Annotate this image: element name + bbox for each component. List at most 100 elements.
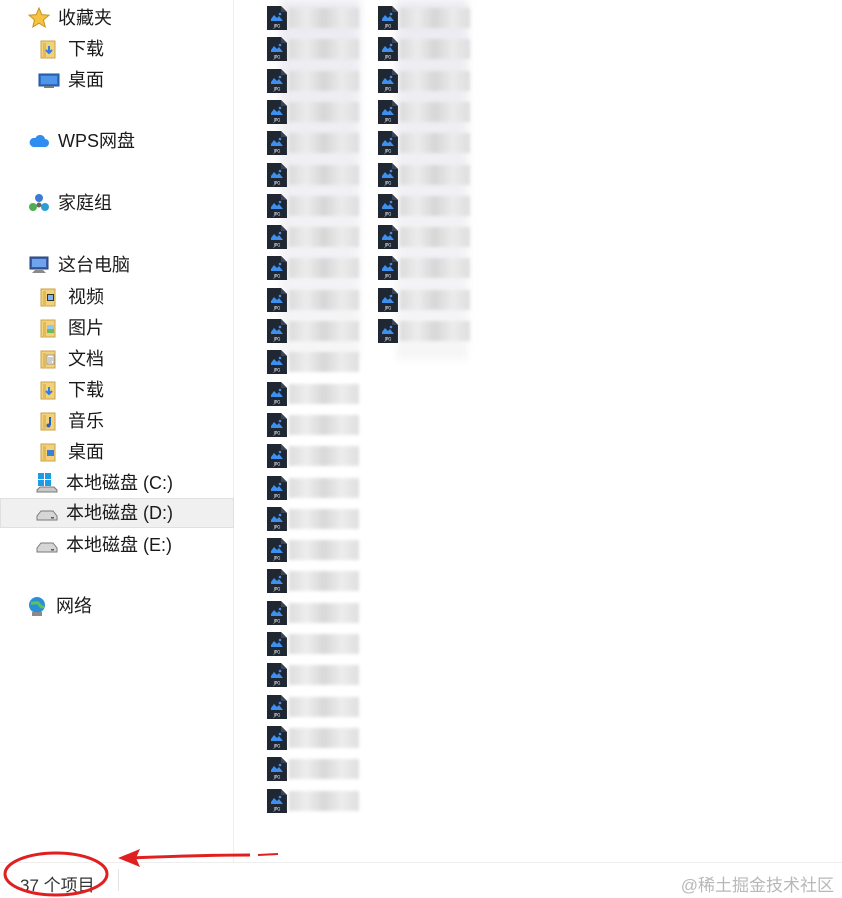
- nav-pc-downloads[interactable]: 下载: [38, 375, 104, 405]
- jpg-file-icon: JPG: [267, 319, 287, 343]
- jpg-file-icon: JPG: [267, 287, 287, 312]
- svg-text:JPG: JPG: [273, 430, 281, 435]
- file-item[interactable]: JPG: [267, 724, 377, 752]
- jpg-file-icon: JPG: [267, 99, 287, 124]
- jpg-file-icon: JPG: [378, 131, 398, 156]
- file-item[interactable]: JPG: [267, 442, 377, 470]
- file-item[interactable]: JPG: [378, 317, 488, 345]
- nav-item-label: 视频: [68, 287, 104, 307]
- nav-wps-cloud[interactable]: WPS网盘: [28, 126, 135, 156]
- nav-this-pc[interactable]: 这台电脑: [28, 250, 130, 280]
- blurred-filename: [289, 602, 359, 623]
- file-item[interactable]: JPG: [267, 67, 377, 95]
- svg-text:JPG: JPG: [273, 681, 281, 686]
- svg-text:JPG: JPG: [273, 399, 281, 404]
- svg-text:JPG: JPG: [273, 556, 281, 561]
- file-item[interactable]: JPG: [267, 755, 377, 783]
- nav-item-label: 文档: [68, 349, 104, 369]
- svg-text:JPG: JPG: [384, 337, 392, 342]
- blurred-filename: [289, 70, 359, 91]
- blurred-filename: [289, 508, 359, 529]
- nav-pc-music[interactable]: 音乐: [38, 406, 104, 436]
- nav-pc-drive-c[interactable]: 本地磁盘 (C:): [36, 468, 173, 498]
- file-item[interactable]: JPG: [378, 35, 488, 63]
- file-list-pane: JPG JPG JPG JPG JPG JPG JPG JPG JPG JPG JPG JPG JPG J…: [236, 0, 842, 860]
- blurred-filename: [289, 133, 359, 154]
- file-item[interactable]: JPG: [267, 254, 377, 282]
- file-item[interactable]: JPG: [378, 129, 488, 157]
- status-bar: 37 个项目 @稀土掘金技术社区: [0, 862, 842, 898]
- file-item[interactable]: JPG: [267, 411, 377, 439]
- file-item[interactable]: JPG: [267, 693, 377, 721]
- nav-pc-drive-e[interactable]: 本地磁盘 (E:): [36, 530, 172, 560]
- file-item[interactable]: JPG: [267, 192, 377, 220]
- nav-item-label: 下载: [68, 380, 104, 400]
- svg-text:JPG: JPG: [273, 650, 281, 655]
- file-item[interactable]: JPG: [378, 254, 488, 282]
- file-item[interactable]: JPG: [267, 536, 377, 564]
- blurred-filename: [400, 258, 470, 279]
- nav-item-label: 桌面: [68, 442, 104, 462]
- file-item[interactable]: JPG: [267, 129, 377, 157]
- file-item[interactable]: JPG: [267, 630, 377, 658]
- nav-homegroup[interactable]: 家庭组: [28, 188, 112, 218]
- nav-wps-label: WPS网盘: [58, 131, 136, 151]
- svg-text:JPG: JPG: [273, 524, 281, 529]
- file-item[interactable]: JPG: [267, 223, 377, 251]
- file-item[interactable]: JPG: [378, 286, 488, 314]
- jpg-file-icon: JPG: [267, 256, 287, 281]
- file-item[interactable]: JPG: [267, 4, 377, 32]
- jpg-file-icon: JPG: [267, 538, 287, 563]
- file-item[interactable]: JPG: [267, 567, 377, 595]
- jpg-file-icon: JPG: [378, 225, 398, 250]
- file-item[interactable]: JPG: [267, 661, 377, 689]
- nav-pc-drive-d[interactable]: 本地磁盘 (D:): [0, 498, 234, 528]
- blurred-filename: [289, 727, 359, 748]
- nav-pc-videos[interactable]: 视频: [38, 282, 104, 312]
- file-item[interactable]: JPG: [378, 4, 488, 32]
- svg-text:JPG: JPG: [273, 180, 281, 185]
- file-item[interactable]: JPG: [267, 161, 377, 189]
- file-item[interactable]: JPG: [378, 223, 488, 251]
- svg-text:JPG: JPG: [273, 274, 281, 279]
- file-item[interactable]: JPG: [267, 380, 377, 408]
- blurred-filename: [289, 195, 359, 216]
- nav-pc-desktop[interactable]: 桌面: [38, 437, 104, 467]
- file-item[interactable]: JPG: [267, 348, 377, 376]
- file-item[interactable]: JPG: [267, 286, 377, 314]
- jpg-file-icon: JPG: [378, 99, 398, 124]
- nav-network[interactable]: 网络: [26, 591, 92, 621]
- blurred-filename: [400, 133, 470, 154]
- nav-pc-pictures[interactable]: 图片: [38, 313, 104, 343]
- file-item[interactable]: JPG: [267, 35, 377, 63]
- music-folder-icon: [38, 410, 60, 432]
- nav-favorites[interactable]: 收藏夹: [27, 3, 112, 33]
- blurred-filename: [400, 321, 470, 341]
- status-divider: [118, 869, 119, 891]
- drive-icon: [36, 534, 58, 556]
- nav-pc-documents[interactable]: 文档: [38, 344, 104, 374]
- blurred-filename: [400, 39, 470, 60]
- file-item[interactable]: JPG: [267, 317, 377, 345]
- nav-item-label: 音乐: [68, 411, 104, 431]
- nav-favorites-downloads[interactable]: 下载: [38, 34, 104, 64]
- file-item[interactable]: JPG: [267, 505, 377, 533]
- file-item[interactable]: JPG: [267, 599, 377, 627]
- nav-favorites-desktop[interactable]: 桌面: [38, 65, 104, 95]
- svg-text:JPG: JPG: [273, 493, 281, 498]
- svg-text:JPG: JPG: [273, 712, 281, 717]
- file-item[interactable]: JPG: [267, 98, 377, 126]
- file-item[interactable]: JPG: [267, 787, 377, 815]
- jpg-file-icon: JPG: [378, 68, 398, 93]
- videos-folder-icon: [38, 286, 60, 308]
- jpg-file-icon: JPG: [267, 694, 287, 719]
- desktop-folder-icon: [38, 441, 60, 463]
- file-item[interactable]: JPG: [267, 474, 377, 502]
- jpg-file-icon: JPG: [267, 350, 287, 375]
- file-item[interactable]: JPG: [378, 192, 488, 220]
- file-item[interactable]: JPG: [378, 161, 488, 189]
- nav-favorites-label: 收藏夹: [58, 8, 112, 28]
- file-item[interactable]: JPG: [378, 67, 488, 95]
- file-item[interactable]: JPG: [378, 98, 488, 126]
- svg-text:JPG: JPG: [273, 24, 281, 29]
